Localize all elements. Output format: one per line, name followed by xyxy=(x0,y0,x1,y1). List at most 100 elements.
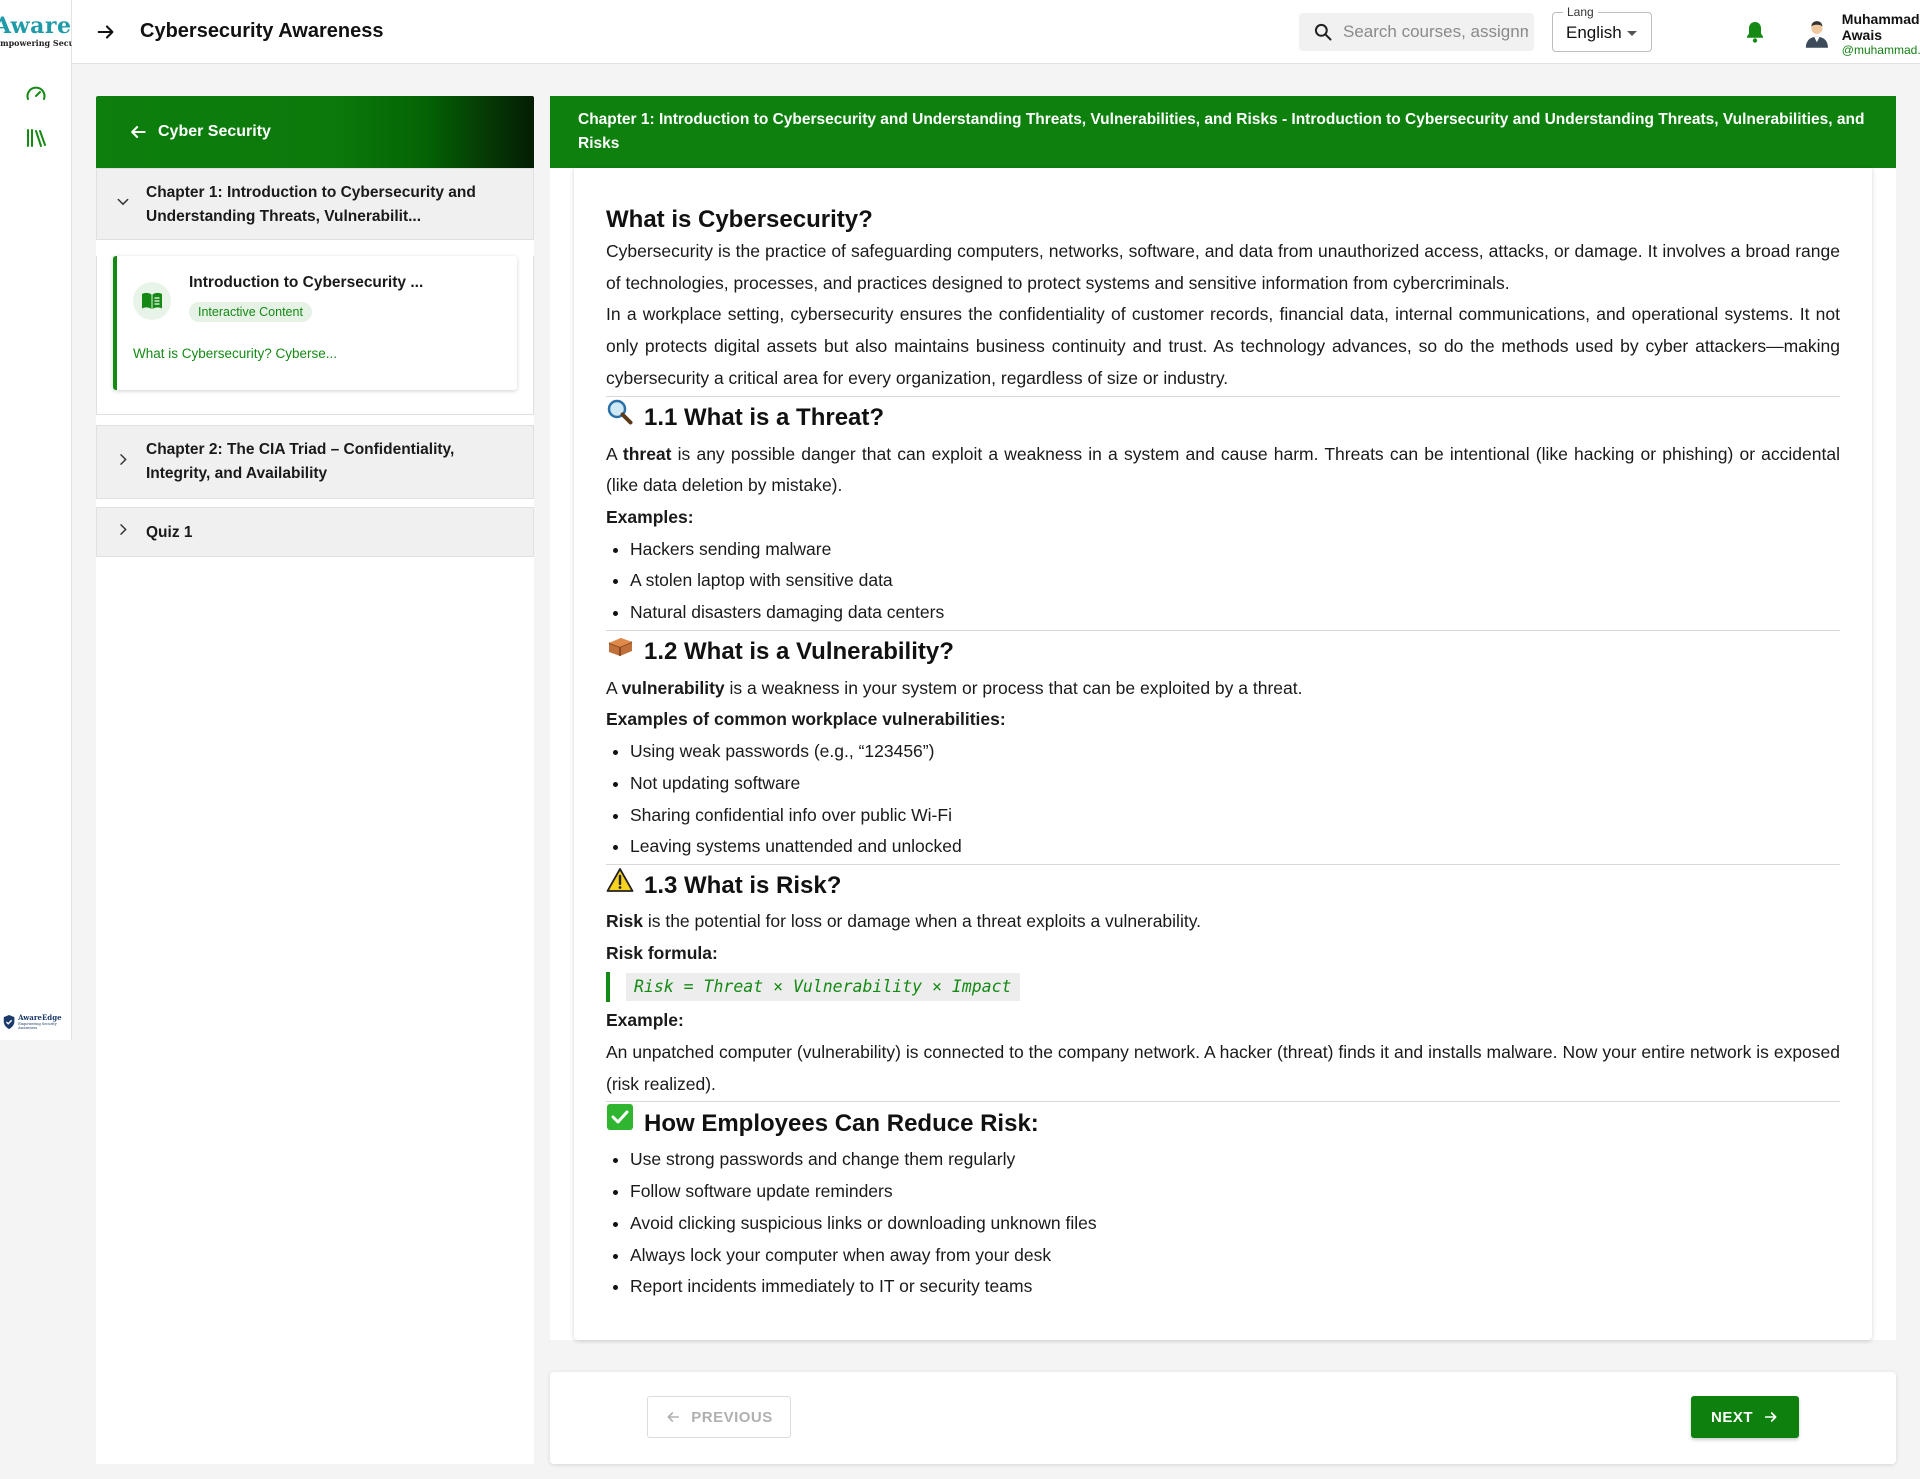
library-books-icon[interactable] xyxy=(22,124,50,152)
example-label: Example: xyxy=(606,1010,684,1031)
page-title: Cybersecurity Awareness xyxy=(140,20,384,42)
list-item: Follow software update reminders xyxy=(606,1176,1840,1208)
course-name: Cyber Security xyxy=(158,123,271,140)
search-input[interactable] xyxy=(1343,22,1528,42)
paragraph: Cybersecurity is the practice of safegua… xyxy=(606,241,1840,293)
lesson-header: Chapter 1: Introduction to Cybersecurity… xyxy=(550,96,1896,168)
heading-text: How Employees Can Reduce Risk: xyxy=(644,1109,1039,1137)
arrow-left-icon xyxy=(667,1412,680,1422)
user-menu[interactable]: Muhammad Awais @muhammad.awais xyxy=(1804,11,1920,57)
section-heading-vulnerability: 1.2 What is a Vulnerability? xyxy=(606,632,1840,673)
chapter-lessons: Introduction to Cybersecurity ... Intera… xyxy=(96,256,534,415)
search-box xyxy=(1299,13,1534,51)
risk-formula: Risk = Threat × Vulnerability × Impact xyxy=(626,973,1020,1002)
list-item: Natural disasters damaging data centers xyxy=(606,597,1840,629)
lesson-snippet: What is Cybersecurity? Cyberse... xyxy=(133,346,338,361)
chevron-right-icon xyxy=(115,522,131,543)
course-outline-sidebar: Cyber Security Chapter 1: Introduction t… xyxy=(96,96,534,1464)
section-heading: What is Cybersecurity? xyxy=(606,206,873,233)
search-icon xyxy=(1313,22,1333,47)
arrow-right-icon xyxy=(1764,1412,1777,1422)
list-item: Sharing confidential info over public Wi… xyxy=(606,800,1840,832)
vulnerability-examples-list: Using weak passwords (e.g., “123456”) No… xyxy=(606,736,1840,863)
chevron-down-icon xyxy=(115,194,131,215)
paragraph: A vulnerability is a weakness in your sy… xyxy=(606,673,1840,705)
formula-block: Risk = Threat × Vulnerability × Impact xyxy=(606,972,1840,1003)
lesson-pager: PREVIOUS NEXT xyxy=(550,1372,1896,1464)
divider xyxy=(606,629,1840,631)
lesson-title: Introduction to Cybersecurity ... xyxy=(189,274,424,291)
nav-rail: AwareEdge Empowering Security AwareEdge … xyxy=(0,0,72,1040)
lesson-card[interactable]: Introduction to Cybersecurity ... Intera… xyxy=(113,256,517,390)
magnifier-icon xyxy=(606,398,634,439)
chapter-item-quiz[interactable]: Quiz 1 xyxy=(96,507,534,557)
bold-term: threat xyxy=(622,443,672,464)
section-heading-risk: 1.3 What is Risk? xyxy=(606,866,1840,906)
language-select-label: Lang xyxy=(1563,5,1598,19)
threat-examples-list: Hackers sending malware A stolen laptop … xyxy=(606,534,1840,629)
text: A xyxy=(606,677,622,698)
check-mark-icon xyxy=(606,1103,634,1144)
section-heading-threat: 1.1 What is a Threat? xyxy=(606,398,1840,439)
paragraph: Risk is the potential for loss or damage… xyxy=(606,906,1840,938)
footer-brand-name: AwareEdge xyxy=(18,1013,62,1022)
brick-icon xyxy=(606,632,634,673)
next-button[interactable]: NEXT xyxy=(1691,1396,1799,1438)
caret-down-icon xyxy=(1627,31,1637,36)
heading-text: 1.3 What is Risk? xyxy=(644,871,842,899)
divider xyxy=(606,1101,1840,1103)
previous-button-label: PREVIOUS xyxy=(691,1408,773,1426)
list-item: Use strong passwords and change them reg… xyxy=(606,1144,1840,1176)
top-bar: Cybersecurity Awareness Lang English Muh… xyxy=(72,0,1920,64)
divider xyxy=(606,395,1840,397)
back-to-course-button[interactable]: Cyber Security xyxy=(96,96,534,168)
previous-button[interactable]: PREVIOUS xyxy=(647,1396,791,1438)
list-item: Hackers sending malware xyxy=(606,534,1840,566)
chevron-right-icon xyxy=(115,452,131,473)
paragraph: A threat is any possible danger that can… xyxy=(606,439,1840,502)
next-button-label: NEXT xyxy=(1710,1408,1753,1426)
text: is a weakness in your system or process … xyxy=(724,677,1303,698)
arrow-left-icon xyxy=(131,126,146,138)
paragraph: An unpatched computer (vulnerability) is… xyxy=(606,1042,1840,1094)
warning-icon xyxy=(606,866,634,906)
avatar xyxy=(1805,21,1828,48)
language-select-value: English xyxy=(1566,23,1622,42)
bell-icon[interactable] xyxy=(1744,20,1766,49)
examples-label: Examples: xyxy=(606,506,694,527)
user-name: Muhammad Awais xyxy=(1841,11,1920,43)
shield-icon xyxy=(3,1014,15,1030)
list-item: A stolen laptop with sensitive data xyxy=(606,565,1840,597)
dashboard-gauge-icon[interactable] xyxy=(22,80,50,108)
user-handle: @muhammad.awais xyxy=(1841,43,1920,57)
language-select[interactable]: Lang English xyxy=(1552,5,1652,52)
footer-brand-logo: AwareEdge Empowering Security Awareness xyxy=(2,1010,70,1034)
bold-term: Risk xyxy=(606,910,643,931)
lesson-content: What is Cybersecurity? Cybersecurity is … xyxy=(606,204,1840,1303)
brand-logo-word: AwareEdge xyxy=(0,14,72,39)
list-item: Leaving systems unattended and unlocked xyxy=(606,831,1840,863)
list-item: Report incidents immediately to IT or se… xyxy=(606,1271,1840,1303)
footer-brand-tagline: Empowering Security Awareness xyxy=(18,1022,57,1030)
chapter-item-2[interactable]: Chapter 2: The CIA Triad – Confidentiali… xyxy=(96,425,534,499)
bold-term: vulnerability xyxy=(621,677,725,698)
chapter-title: Quiz 1 xyxy=(146,524,193,541)
brand-logo-tagline: Empowering Security xyxy=(0,38,72,48)
arrow-right-icon[interactable] xyxy=(92,18,120,46)
lesson-type-badge: Interactive Content xyxy=(189,302,312,322)
book-icon xyxy=(133,282,171,320)
heading-text: 1.2 What is a Vulnerability? xyxy=(644,638,954,666)
chapter-title: Chapter 1: Introduction to Cybersecurity… xyxy=(146,184,476,225)
list-item: Using weak passwords (e.g., “123456”) xyxy=(606,736,1840,768)
list-item: Not updating software xyxy=(606,768,1840,800)
text: A xyxy=(606,443,623,464)
divider xyxy=(606,863,1840,865)
formula-label: Risk formula: xyxy=(606,942,718,963)
reduce-risk-list: Use strong passwords and change them reg… xyxy=(606,1144,1840,1303)
chapter-item-1[interactable]: Chapter 1: Introduction to Cybersecurity… xyxy=(96,168,534,240)
heading-text: 1.1 What is a Threat? xyxy=(644,404,885,432)
text: is the potential for loss or damage when… xyxy=(642,910,1202,931)
chapter-title: Chapter 2: The CIA Triad – Confidentiali… xyxy=(146,441,455,482)
brand-logo[interactable]: AwareEdge Empowering Security xyxy=(0,14,72,48)
section-heading-reduce-risk: How Employees Can Reduce Risk: xyxy=(606,1103,1840,1144)
